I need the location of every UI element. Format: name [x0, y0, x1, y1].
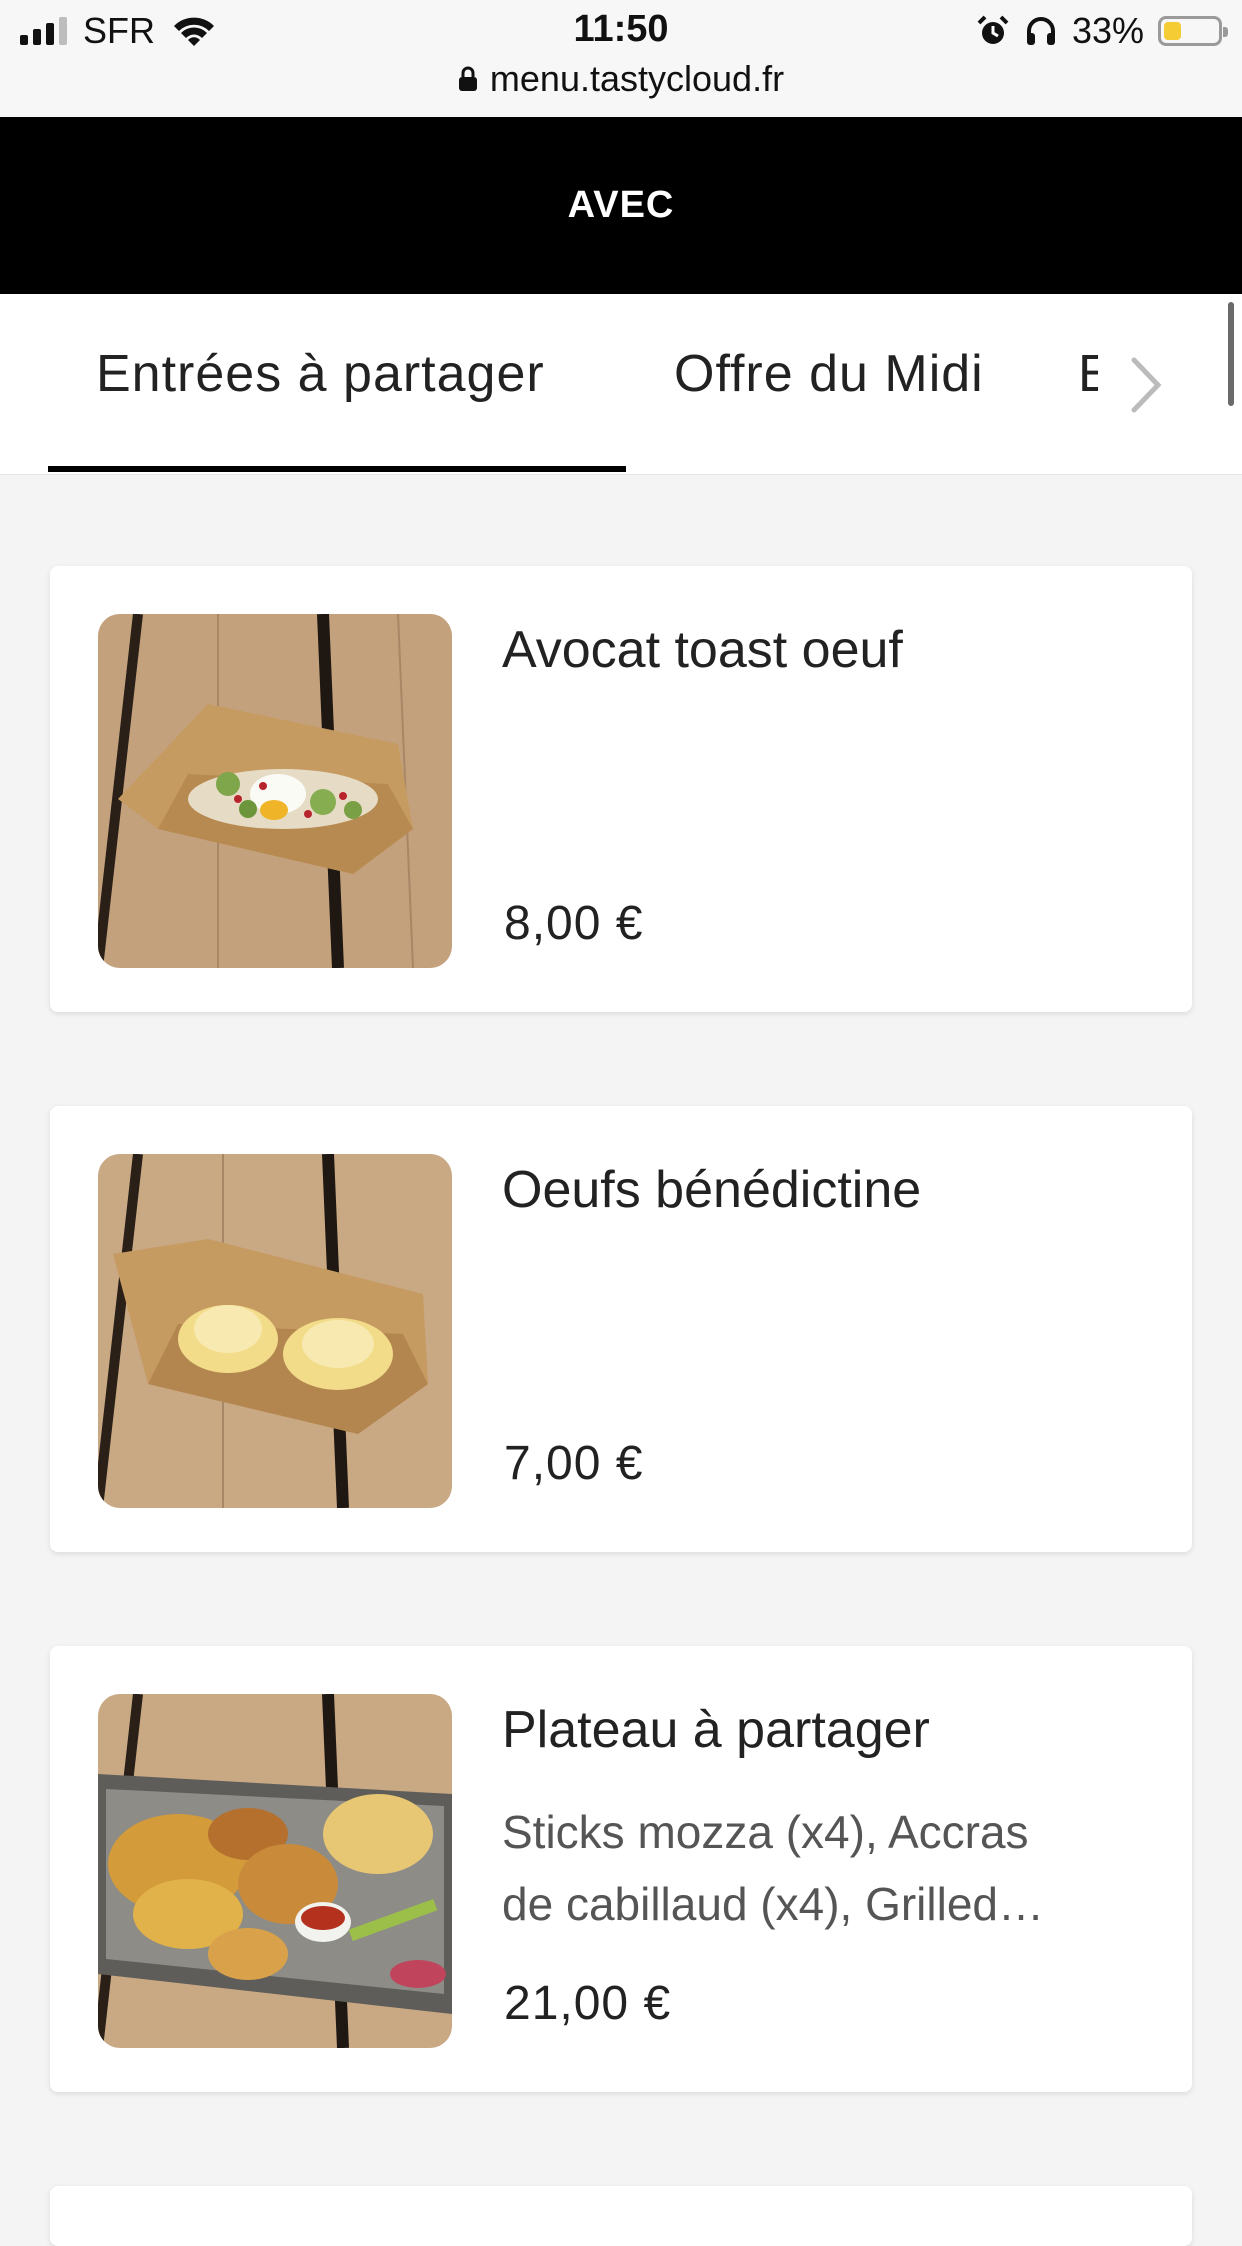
lock-icon: [458, 66, 477, 91]
category-tabs: Entrées à partager Offre du Midi E: [0, 294, 1242, 475]
item-price: 8,00 €: [504, 897, 644, 950]
item-title: Oeufs bénédictine: [502, 1161, 922, 1219]
menu-item-card[interactable]: Avocat toast oeuf 8,00 €: [50, 566, 1192, 1012]
eggs-benedict-photo: [98, 1154, 452, 1508]
headphones-icon: [1026, 17, 1055, 45]
url-text: menu.tastycloud.fr: [489, 58, 785, 99]
item-price: 21,00 €: [504, 1977, 672, 2030]
menu-item-card[interactable]: Oeufs bénédictine 7,00 €: [50, 1106, 1192, 1552]
item-description-line: Sticks mozza (x4), Accras: [502, 1806, 1029, 1858]
item-description-line: de cabillaud (x4), Grilled…: [502, 1878, 1045, 1930]
battery-icon: [1158, 16, 1228, 46]
chevron-right-icon[interactable]: [1126, 354, 1166, 416]
site-header: AVEC: [0, 117, 1242, 294]
sharing-platter-photo: [98, 1694, 452, 2048]
battery-percent: 33%: [1071, 10, 1144, 51]
tab-offre-du-midi[interactable]: Offre du Midi: [674, 344, 984, 404]
scrollbar[interactable]: [1228, 302, 1234, 406]
tab-entrees-a-partager[interactable]: Entrées à partager: [96, 344, 545, 404]
item-title: Avocat toast oeuf: [502, 621, 903, 679]
avocado-toast-egg-photo: [98, 614, 452, 968]
address-bar[interactable]: menu.tastycloud.fr: [0, 58, 1242, 100]
alarm-icon: [977, 15, 1009, 44]
brand-logo: AVEC: [567, 184, 675, 226]
item-title: Plateau à partager: [502, 1701, 930, 1759]
menu-item-card[interactable]: [50, 2186, 1192, 2246]
tab-next-category[interactable]: E: [1078, 344, 1098, 404]
status-bar: SFR 11:50 33% menu.tastycloud.fr: [0, 0, 1242, 118]
status-right: 33%: [976, 10, 1228, 52]
item-description: Sticks mozza (x4), Accras de cabillaud (…: [502, 1796, 1122, 1940]
item-price: 7,00 €: [504, 1437, 644, 1490]
menu-item-card[interactable]: Plateau à partager Sticks mozza (x4), Ac…: [50, 1646, 1192, 2092]
active-tab-indicator: [48, 466, 626, 472]
battery-level: [1164, 22, 1181, 40]
